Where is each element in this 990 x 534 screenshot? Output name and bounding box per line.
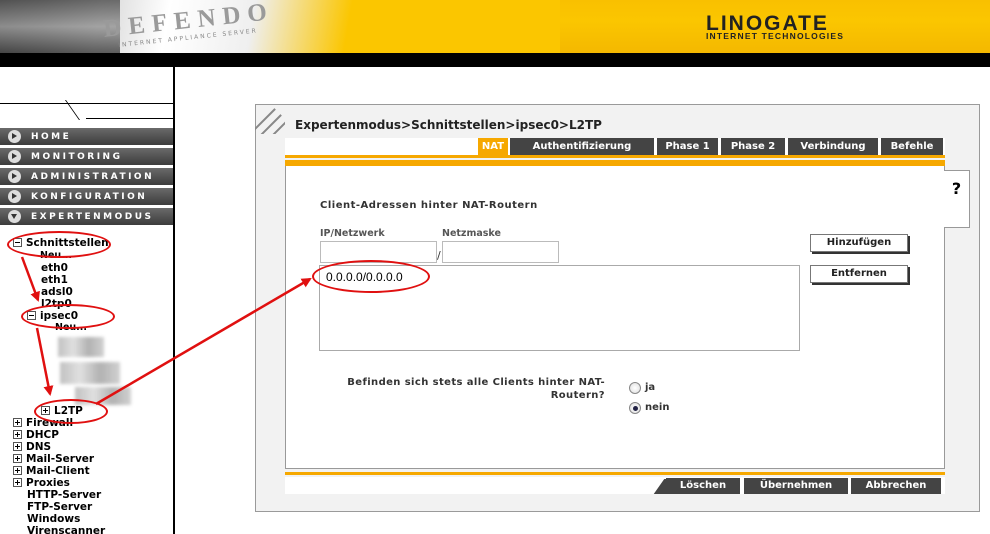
radio-nein[interactable]: [629, 402, 641, 414]
tab-befehle[interactable]: Befehle: [881, 138, 943, 155]
delete-button[interactable]: Löschen: [666, 478, 740, 494]
nat-question-line1: Befinden sich stets alle Clients hinter …: [347, 377, 605, 388]
nav-item-konfiguration[interactable]: KONFIGURATION: [0, 188, 173, 205]
nav-item-label: HOME: [31, 131, 72, 142]
nat-question: Befinden sich stets alle Clients hinter …: [300, 376, 605, 402]
tree-item-mail-server[interactable]: Mail-Server: [13, 453, 94, 465]
tree-item-adsl0[interactable]: adsl0: [41, 286, 73, 298]
content-top-bar: [285, 160, 945, 166]
tab-phase-1[interactable]: Phase 1: [657, 138, 718, 155]
nav-item-expertenmodus[interactable]: EXPERTENMODUS: [0, 208, 173, 225]
tab-authentifizierung[interactable]: Authentifizierung: [510, 138, 654, 155]
app-header: DEFENDO INTERNET APPLIANCE SERVER LINOGA…: [0, 0, 990, 53]
nav-item-administration[interactable]: ADMINISTRATION: [0, 168, 173, 185]
tree-label: Mail-Server: [26, 453, 95, 465]
netmask-input[interactable]: [442, 241, 559, 263]
panel-corner-decoration: [255, 104, 285, 134]
cancel-button[interactable]: Abbrechen: [851, 478, 941, 494]
sidebar-divider-lower: [86, 118, 175, 119]
header-art: [0, 0, 560, 53]
apply-button[interactable]: Übernehmen: [744, 478, 848, 494]
annotation-ellipse-schnittstellen: [7, 231, 111, 258]
main-nav: HOME MONITORING ADMINISTRATION KONFIGURA…: [0, 128, 173, 228]
expand-icon[interactable]: [13, 478, 22, 487]
tree-label: HTTP-Server: [27, 489, 102, 501]
tab-nat[interactable]: NAT: [478, 138, 508, 155]
redacted-area: [58, 337, 104, 357]
tree-item-dhcp[interactable]: DHCP: [13, 429, 59, 441]
screenshot-root: DEFENDO INTERNET APPLIANCE SERVER LINOGA…: [0, 0, 990, 534]
tree-label: adsl0: [41, 286, 73, 298]
tree-item-eth1[interactable]: eth1: [41, 274, 68, 286]
arrow-down-icon: [8, 210, 21, 223]
nav-item-home[interactable]: HOME: [0, 128, 173, 145]
annotation-ellipse-list-entry: [312, 260, 430, 293]
tree-label: Virenscanner: [27, 525, 106, 534]
tree-item-ftp-server[interactable]: FTP-Server: [27, 501, 92, 513]
tree-item-mail-client[interactable]: Mail-Client: [13, 465, 90, 477]
help-icon[interactable]: ?: [944, 170, 970, 228]
linogate-logo-subtitle: INTERNET TECHNOLOGIES: [706, 31, 845, 41]
tree-item-http-server[interactable]: HTTP-Server: [27, 489, 101, 501]
arrow-right-icon: [8, 150, 21, 163]
expand-icon[interactable]: [13, 466, 22, 475]
arrow-right-icon: [8, 170, 21, 183]
tree-label: DNS: [26, 441, 52, 453]
header-black-bar: [0, 53, 990, 67]
nav-item-label: EXPERTENMODUS: [31, 211, 154, 222]
nav-item-label: MONITORING: [31, 151, 123, 162]
expand-icon[interactable]: [13, 430, 22, 439]
tab-phase-2[interactable]: Phase 2: [721, 138, 785, 155]
section-title: Client-Adressen hinter NAT-Routern: [320, 200, 538, 211]
radio-ja-label: ja: [645, 382, 656, 393]
expand-icon[interactable]: [13, 454, 22, 463]
tree-label: Mail-Client: [26, 465, 90, 477]
tree-label: Windows: [27, 513, 81, 525]
tree-item-dns[interactable]: DNS: [13, 441, 51, 453]
tab-verbindung[interactable]: Verbindung: [788, 138, 878, 155]
radio-ja[interactable]: [629, 382, 641, 394]
remove-button[interactable]: Entfernen: [810, 265, 908, 283]
breadcrumb: Expertenmodus>Schnittstellen>ipsec0>L2TP: [295, 118, 602, 132]
nav-item-label: KONFIGURATION: [31, 191, 148, 202]
expand-icon[interactable]: [13, 418, 22, 427]
nav-item-label: ADMINISTRATION: [31, 171, 155, 182]
tree-item-windows[interactable]: Windows: [27, 513, 80, 525]
tree-item-virenscanner[interactable]: Virenscanner: [27, 525, 105, 534]
netmask-label: Netzmaske: [442, 228, 501, 239]
tree-item-eth0[interactable]: eth0: [41, 262, 68, 274]
nav-item-monitoring[interactable]: MONITORING: [0, 148, 173, 165]
tree-item-proxies[interactable]: Proxies: [13, 477, 70, 489]
tree-label: eth1: [41, 274, 68, 286]
tree-label: FTP-Server: [27, 501, 93, 513]
annotation-ellipse-l2tp: [34, 399, 108, 424]
annotation-ellipse-ipsec0: [21, 304, 115, 329]
arrow-right-icon: [8, 190, 21, 203]
expand-icon[interactable]: [13, 442, 22, 451]
redacted-area: [60, 362, 120, 384]
radio-nein-label: nein: [645, 402, 670, 413]
ip-mask-separator: /: [437, 249, 441, 262]
ip-label: IP/Netzwerk: [320, 228, 385, 239]
content-bottom-bar: [285, 472, 945, 475]
tree-label: Proxies: [26, 477, 70, 489]
tab-underline: [285, 155, 945, 158]
nat-question-line2: Routern?: [550, 390, 605, 401]
tree-label: eth0: [41, 262, 68, 274]
tree-label: DHCP: [26, 429, 59, 441]
arrow-right-icon: [8, 130, 21, 143]
add-button[interactable]: Hinzufügen: [810, 234, 908, 252]
